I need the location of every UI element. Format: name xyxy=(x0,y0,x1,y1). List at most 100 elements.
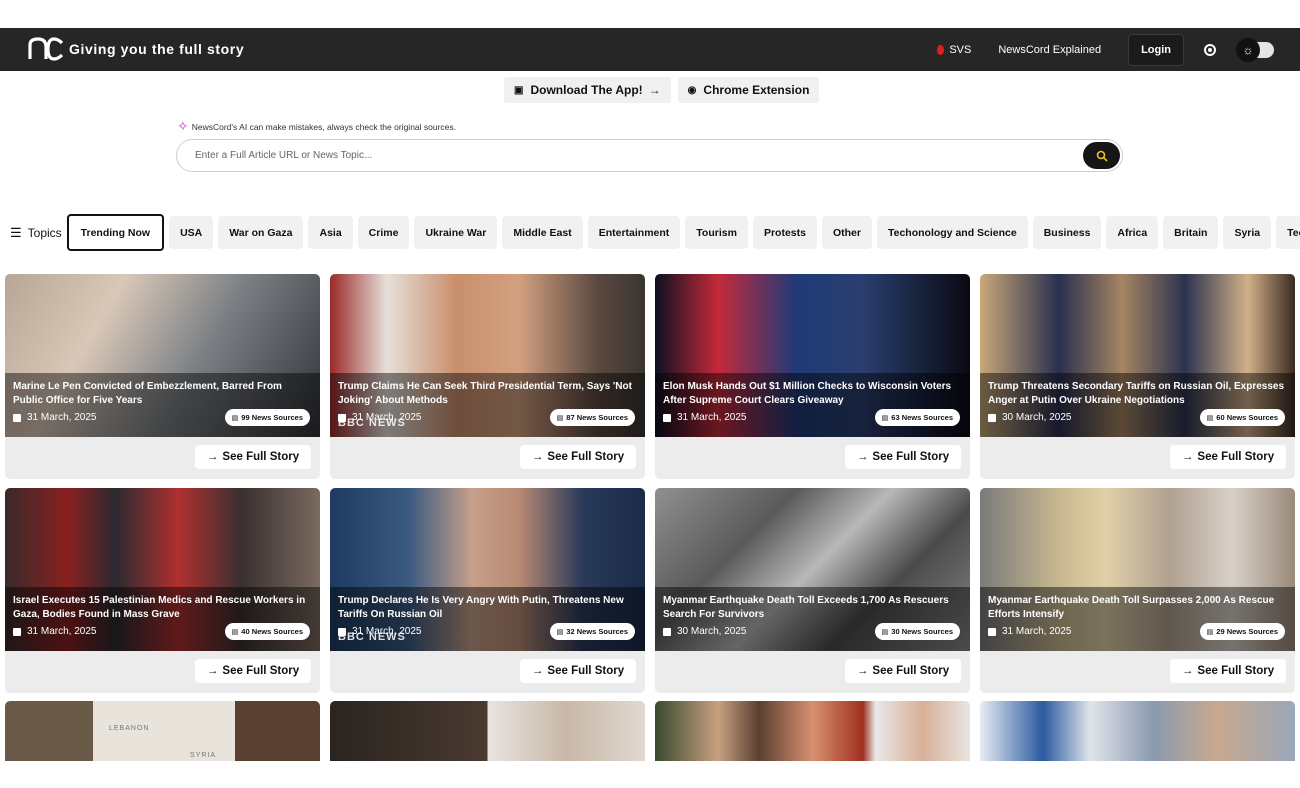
topic-chip-business[interactable]: Business xyxy=(1032,216,1102,249)
login-button[interactable]: Login xyxy=(1128,34,1184,66)
topic-chip-middle-east[interactable]: Middle East xyxy=(502,216,583,249)
news-sources-badge: ▤ 99 News Sources xyxy=(224,409,310,426)
arrow-right-icon: → xyxy=(856,665,869,677)
story-title: Israel Executes 15 Palestinian Medics an… xyxy=(13,595,306,620)
see-full-story-button[interactable]: → See Full Story xyxy=(1170,659,1286,683)
see-full-story-label: See Full Story xyxy=(222,451,300,463)
news-sources-count: 60 News Sources xyxy=(1216,413,1278,422)
location-pin-icon xyxy=(937,45,945,55)
topics-filter[interactable]: ☰ Topics xyxy=(10,225,62,241)
topic-chip-asia[interactable]: Asia xyxy=(308,216,353,249)
see-full-story-button[interactable]: → See Full Story xyxy=(195,445,311,469)
theme-toggle[interactable]: ☼ xyxy=(1236,38,1274,62)
story-title: Trump Declares He Is Very Angry With Put… xyxy=(338,595,624,620)
top-navbar: Giving you the full story SVS NewsCord E… xyxy=(0,28,1300,71)
story-card[interactable]: Trump Threatens Secondary Tariffs on Rus… xyxy=(980,274,1295,479)
story-card-partial[interactable] xyxy=(980,701,1295,761)
search-icon xyxy=(1096,150,1108,162)
newspaper-icon: ▤ xyxy=(881,628,889,636)
news-sources-badge: ▤ 29 News Sources xyxy=(1199,623,1285,640)
story-date: 31 March, 2025 xyxy=(13,626,97,637)
search-button[interactable] xyxy=(1083,142,1120,169)
see-full-story-label: See Full Story xyxy=(1197,451,1275,463)
chrome-extension-label: Chrome Extension xyxy=(703,83,810,97)
story-title: Elon Musk Hands Out $1 Million Checks to… xyxy=(663,381,952,406)
see-full-story-button[interactable]: → See Full Story xyxy=(845,445,961,469)
newspaper-icon: ▤ xyxy=(556,628,564,636)
story-card[interactable]: Trump Claims He Can Seek Third President… xyxy=(330,274,645,479)
chrome-icon[interactable] xyxy=(1204,44,1216,56)
newscord-explained-link[interactable]: NewsCord Explained xyxy=(998,44,1101,56)
news-sources-badge: ▤ 30 News Sources xyxy=(874,623,960,640)
topic-chip-britain[interactable]: Britain xyxy=(1163,216,1219,249)
see-full-story-label: See Full Story xyxy=(547,665,625,677)
ai-disclaimer-text: NewsCord's AI can make mistakes, always … xyxy=(191,121,457,132)
news-sources-count: 32 News Sources xyxy=(566,627,628,636)
map-label-syria: SYRIA xyxy=(190,752,217,759)
topic-chip-technology-and[interactable]: Technology and xyxy=(1276,216,1300,249)
newspaper-icon: ▤ xyxy=(231,414,239,422)
see-full-story-label: See Full Story xyxy=(872,665,950,677)
calendar-icon xyxy=(988,413,996,422)
story-card[interactable]: Israel Executes 15 Palestinian Medics an… xyxy=(5,488,320,693)
topic-chip-trending-now[interactable]: Trending Now xyxy=(66,214,165,251)
story-card[interactable]: Myanmar Earthquake Death Toll Exceeds 1,… xyxy=(655,488,970,693)
calendar-icon xyxy=(663,627,671,636)
topic-chip-usa[interactable]: USA xyxy=(169,216,214,249)
see-full-story-button[interactable]: → See Full Story xyxy=(195,659,311,683)
topic-chip-africa[interactable]: Africa xyxy=(1106,216,1159,249)
story-card-partial[interactable]: LEBANON SYRIA xyxy=(5,701,320,761)
story-card-partial[interactable] xyxy=(330,701,645,761)
topic-chip-protests[interactable]: Protests xyxy=(752,216,817,249)
story-date-text: 31 March, 2025 xyxy=(27,626,97,637)
topic-chip-war-on-gaza[interactable]: War on Gaza xyxy=(218,216,304,249)
news-sources-count: 40 News Sources xyxy=(241,627,303,636)
topic-chip-tourism[interactable]: Tourism xyxy=(685,216,748,249)
topic-chip-techonology-and-science[interactable]: Techonology and Science xyxy=(876,216,1028,249)
see-full-story-label: See Full Story xyxy=(872,451,950,463)
news-sources-count: 63 News Sources xyxy=(891,413,953,422)
story-card[interactable]: Elon Musk Hands Out $1 Million Checks to… xyxy=(655,274,970,479)
location-link[interactable]: SVS xyxy=(937,44,971,56)
story-card-partial[interactable] xyxy=(655,701,970,761)
download-app-label: Download The App! xyxy=(530,83,643,97)
story-date-text: 31 March, 2025 xyxy=(27,412,97,423)
story-date-text: 30 March, 2025 xyxy=(677,626,747,637)
sparkle-icon: ✧ xyxy=(177,118,189,134)
see-full-story-button[interactable]: → See Full Story xyxy=(1170,445,1286,469)
bbc-news-watermark: BBC NEWS xyxy=(338,631,406,643)
calendar-icon xyxy=(13,627,21,636)
arrow-right-icon: → xyxy=(1181,451,1194,463)
story-title: Trump Threatens Secondary Tariffs on Rus… xyxy=(988,381,1285,406)
story-date: 30 March, 2025 xyxy=(988,412,1072,423)
newscord-logo[interactable]: Giving you the full story xyxy=(28,37,244,61)
calendar-icon xyxy=(13,413,21,422)
arrow-right-icon: → xyxy=(648,83,661,97)
topic-chip-ukraine-war[interactable]: Ukraine War xyxy=(414,216,498,249)
story-card[interactable]: Trump Declares He Is Very Angry With Put… xyxy=(330,488,645,693)
topic-chip-syria[interactable]: Syria xyxy=(1223,216,1272,249)
topic-chip-crime[interactable]: Crime xyxy=(357,216,410,249)
topic-chip-other[interactable]: Other xyxy=(821,216,872,249)
see-full-story-button[interactable]: → See Full Story xyxy=(520,659,636,683)
see-full-story-label: See Full Story xyxy=(547,451,625,463)
story-card[interactable]: Marine Le Pen Convicted of Embezzlement,… xyxy=(5,274,320,479)
news-sources-count: 30 News Sources xyxy=(891,627,953,636)
see-full-story-button[interactable]: → See Full Story xyxy=(520,445,636,469)
story-date-text: 31 March, 2025 xyxy=(1002,626,1072,637)
arrow-right-icon: → xyxy=(206,665,219,677)
download-app-button[interactable]: ▣ Download The App! → xyxy=(504,77,671,103)
tagline: Giving you the full story xyxy=(69,41,245,57)
search-input[interactable] xyxy=(195,140,1055,171)
see-full-story-button[interactable]: → See Full Story xyxy=(845,659,961,683)
search-bar xyxy=(176,139,1123,172)
ai-disclaimer: ✧ NewsCord's AI can make mistakes, alway… xyxy=(177,118,456,135)
topic-chip-entertainment[interactable]: Entertainment xyxy=(587,216,681,249)
story-title: Marine Le Pen Convicted of Embezzlement,… xyxy=(13,381,282,406)
topics-row: ☰ Topics Trending Now USA War on Gaza As… xyxy=(0,214,1300,251)
news-sources-badge: ▤ 32 News Sources xyxy=(549,623,635,640)
chrome-extension-button[interactable]: ◉ Chrome Extension xyxy=(677,77,820,103)
calendar-icon xyxy=(663,413,671,422)
story-card[interactable]: Myanmar Earthquake Death Toll Surpasses … xyxy=(980,488,1295,693)
news-sources-badge: ▤ 63 News Sources xyxy=(874,409,960,426)
